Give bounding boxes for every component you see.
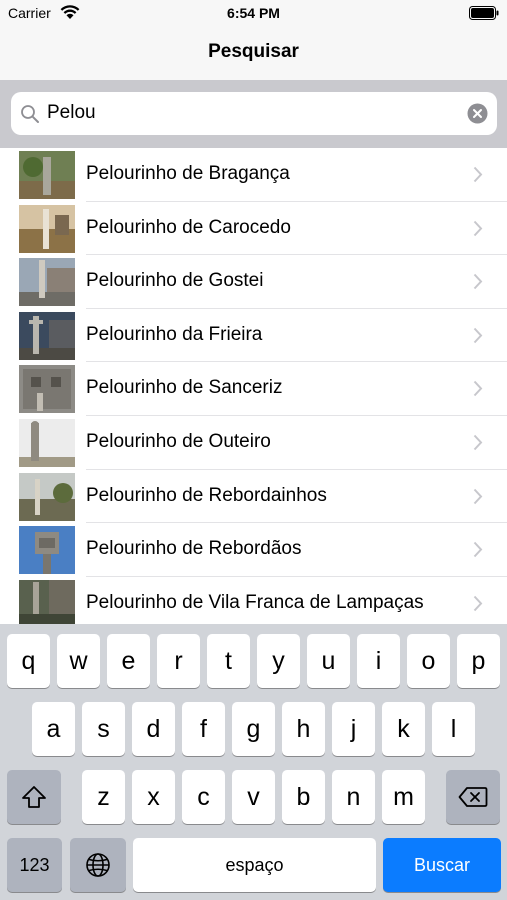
key-j[interactable]: j [332, 702, 375, 756]
battery-icon [469, 6, 499, 20]
key-w[interactable]: w [57, 634, 100, 688]
key-m[interactable]: m [382, 770, 425, 824]
chevron-right-icon [473, 381, 483, 397]
chevron-right-icon [473, 542, 483, 558]
delete-key[interactable] [446, 770, 500, 824]
globe-icon [86, 853, 110, 877]
key-i[interactable]: i [357, 634, 400, 688]
shift-icon [22, 786, 46, 808]
key-c[interactable]: c [182, 770, 225, 824]
list-item[interactable]: Pelourinho de Rebordãos [0, 523, 507, 577]
thumbnail-image [19, 526, 75, 575]
list-item-label: Pelourinho de Gostei [86, 270, 264, 292]
list-item-label: Pelourinho de Bragança [86, 163, 290, 184]
chevron-right-icon [473, 327, 483, 343]
key-z[interactable]: z [82, 770, 125, 824]
chevron-right-icon [473, 220, 483, 236]
chevron-right-icon [473, 274, 483, 290]
list-item[interactable]: Pelourinho da Frieira [0, 309, 507, 363]
thumbnail-image [19, 472, 75, 521]
thumbnail-image [19, 258, 75, 307]
chevron-right-icon [473, 166, 483, 183]
search-field[interactable] [11, 92, 497, 135]
keyboard: q w e r t y u i o p a s d f g h j k l z … [0, 624, 507, 900]
list-item-label: Pelourinho de Outeiro [86, 431, 271, 452]
key-p[interactable]: p [457, 634, 500, 688]
results-list: Pelourinho de Bragança Pelourinho de Car… [0, 148, 507, 624]
list-item[interactable]: Pelourinho de Sanceriz [0, 362, 507, 416]
status-bar: Carrier 6:54 PM [0, 0, 507, 28]
numbers-key[interactable]: 123 [7, 838, 62, 892]
chevron-right-icon [473, 434, 483, 451]
chevron-right-icon [473, 488, 483, 504]
search-icon [21, 105, 39, 123]
key-h[interactable]: h [282, 702, 325, 756]
thumbnail-image [19, 579, 75, 624]
navigation-bar: Pesquisar [0, 28, 507, 80]
thumbnail-image [19, 204, 75, 253]
key-t[interactable]: t [207, 634, 250, 688]
search-return-key[interactable]: Buscar [383, 838, 501, 892]
key-u[interactable]: u [307, 634, 350, 688]
key-f[interactable]: f [182, 702, 225, 756]
list-item[interactable]: Pelourinho de Vila Franca de Lampaças [0, 577, 507, 624]
list-item[interactable]: Pelourinho de Gostei [0, 255, 507, 309]
key-k[interactable]: k [382, 702, 425, 756]
list-item[interactable]: Pelourinho de Outeiro [0, 416, 507, 470]
shift-key[interactable] [7, 770, 61, 824]
thumbnail-image [19, 311, 75, 360]
clear-search-icon[interactable] [467, 103, 488, 124]
search-input[interactable] [47, 100, 447, 126]
search-bar [0, 80, 507, 148]
list-item-label: Pelourinho de Rebordainhos [86, 484, 327, 506]
key-d[interactable]: d [132, 702, 175, 756]
thumbnail-image [19, 365, 75, 414]
list-item-label: Pelourinho de Sanceriz [86, 377, 283, 399]
key-o[interactable]: o [407, 634, 450, 688]
key-n[interactable]: n [332, 770, 375, 824]
list-item-label: Pelourinho de Vila Franca de Lampaças [86, 591, 424, 613]
list-item[interactable]: Pelourinho de Carocedo [0, 202, 507, 256]
globe-key[interactable] [70, 838, 126, 892]
key-q[interactable]: q [7, 634, 50, 688]
page-title: Pesquisar [208, 41, 299, 62]
space-key[interactable]: espaço [133, 838, 376, 892]
key-g[interactable]: g [232, 702, 275, 756]
status-time: 6:54 PM [227, 5, 280, 21]
key-s[interactable]: s [82, 702, 125, 756]
key-l[interactable]: l [432, 702, 475, 756]
list-item-label: Pelourinho de Carocedo [86, 216, 291, 238]
key-x[interactable]: x [132, 770, 175, 824]
key-r[interactable]: r [157, 634, 200, 688]
list-item-label: Pelourinho de Rebordãos [86, 538, 302, 560]
key-v[interactable]: v [232, 770, 275, 824]
list-item-label: Pelourinho da Frieira [86, 323, 263, 345]
list-item[interactable]: Pelourinho de Bragança [0, 148, 507, 202]
chevron-right-icon [473, 595, 483, 611]
thumbnail-image [19, 419, 75, 467]
key-e[interactable]: e [107, 634, 150, 688]
key-y[interactable]: y [257, 634, 300, 688]
numbers-key-label: 123 [19, 854, 50, 875]
backspace-icon [458, 787, 488, 807]
key-a[interactable]: a [32, 702, 75, 756]
key-b[interactable]: b [282, 770, 325, 824]
list-item[interactable]: Pelourinho de Rebordainhos [0, 470, 507, 524]
thumbnail-image [19, 151, 75, 199]
